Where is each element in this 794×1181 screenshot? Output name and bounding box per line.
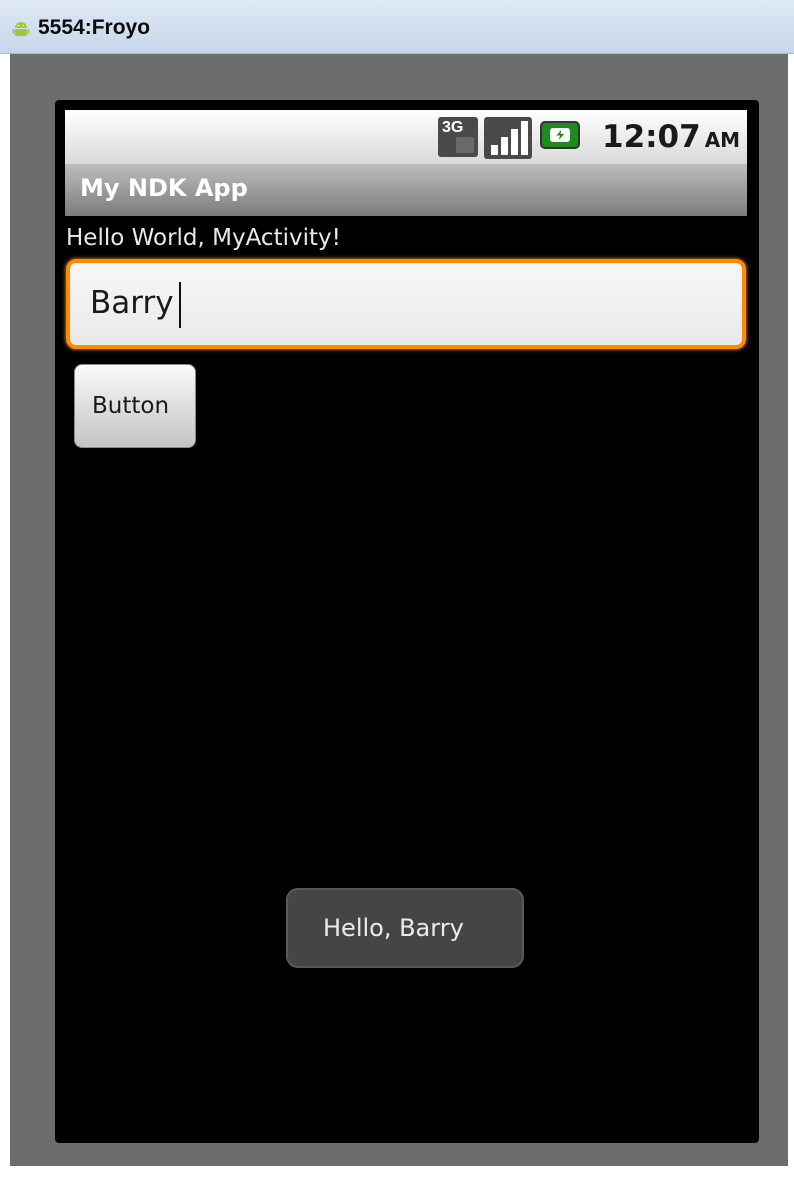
toast-text: Hello, Barry bbox=[323, 914, 464, 942]
data-activity-arrows-icon bbox=[456, 137, 474, 153]
charging-bolt-icon bbox=[556, 130, 565, 140]
submit-button[interactable]: Button bbox=[74, 364, 196, 448]
device-screen bbox=[55, 100, 759, 1143]
battery-charging-icon bbox=[540, 121, 580, 149]
emulator-window-title: 5554:Froyo bbox=[38, 16, 151, 39]
android-robot-icon bbox=[12, 22, 30, 36]
signal-bar bbox=[501, 137, 508, 155]
window-border-left bbox=[0, 54, 10, 1181]
clock-time: 12:07 bbox=[602, 119, 701, 155]
window-border-right bbox=[788, 54, 794, 1181]
app-title: My NDK App bbox=[80, 174, 248, 202]
toast-message: Hello, Barry bbox=[286, 888, 524, 968]
hello-text: Hello World, MyActivity! bbox=[66, 225, 341, 251]
network-3g-icon: 3G bbox=[438, 117, 478, 157]
name-input-field[interactable]: Barry bbox=[66, 259, 746, 349]
signal-bar bbox=[511, 129, 518, 155]
signal-strength-icon bbox=[484, 117, 532, 159]
network-type-label: 3G bbox=[442, 119, 464, 136]
emulator-window-titlebar[interactable]: 5554:Froyo bbox=[0, 0, 794, 54]
button-label: Button bbox=[92, 393, 170, 419]
clock-ampm: AM bbox=[704, 128, 741, 152]
signal-bar bbox=[521, 121, 528, 155]
text-cursor bbox=[179, 282, 181, 328]
signal-bar bbox=[491, 145, 498, 155]
battery-level bbox=[550, 128, 570, 142]
window-border-bottom bbox=[0, 1166, 794, 1181]
name-input-value: Barry bbox=[90, 285, 174, 321]
status-clock: 12:07 AM bbox=[602, 119, 740, 155]
